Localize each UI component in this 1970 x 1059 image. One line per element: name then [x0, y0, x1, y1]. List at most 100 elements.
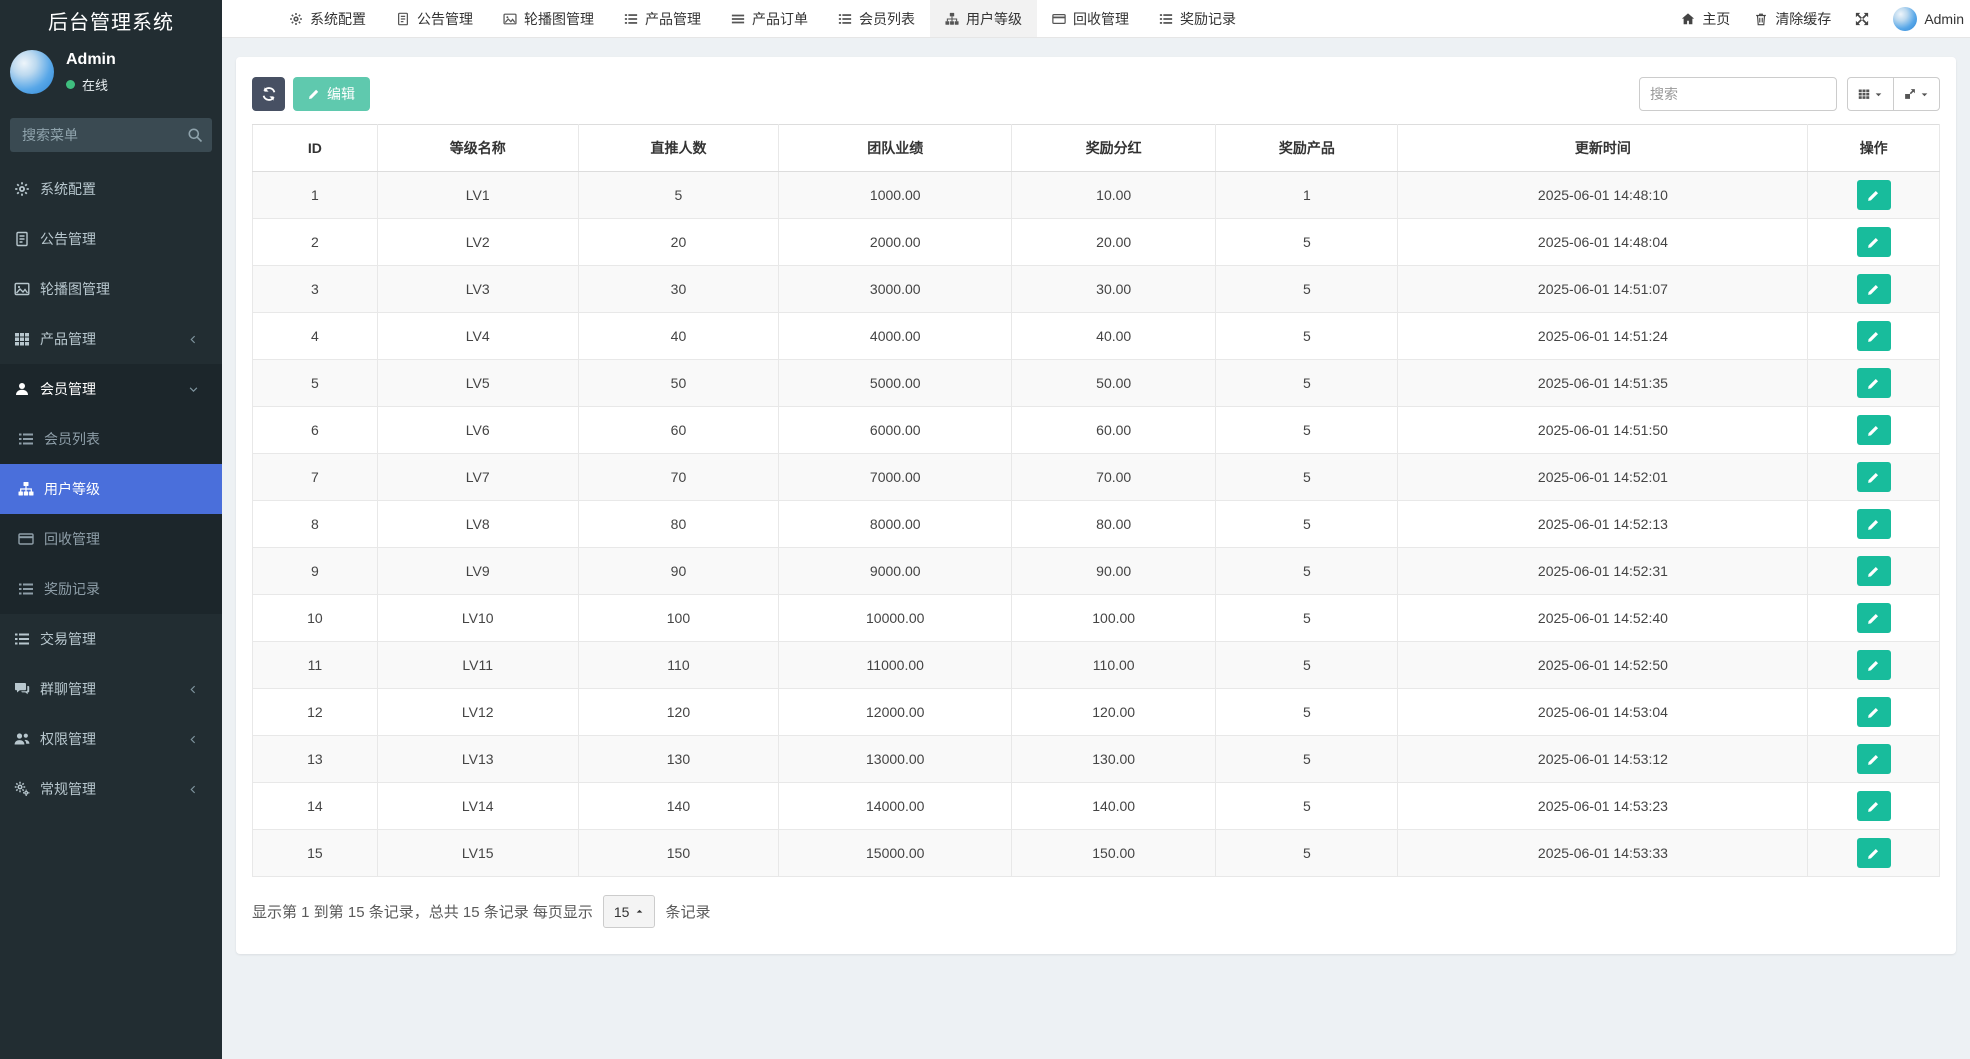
row-edit-button[interactable] [1857, 744, 1891, 774]
cell-reward-dividend: 100.00 [1012, 595, 1216, 642]
tab-announcement-label: 公告管理 [417, 9, 473, 29]
cell-update-time: 2025-06-01 14:53:04 [1398, 689, 1808, 736]
sidebar-item-user-level[interactable]: 用户等级 [0, 464, 222, 514]
home-link[interactable]: 主页 [1681, 9, 1730, 29]
user-name: Admin [66, 51, 116, 69]
cell-id: 11 [253, 642, 378, 689]
tab-carousel[interactable]: 轮播图管理 [488, 0, 609, 37]
sidebar-item-system-config[interactable]: 系统配置 [0, 164, 222, 214]
cell-team-performance: 11000.00 [779, 642, 1012, 689]
sidebar-item-member[interactable]: 会员管理 [0, 364, 222, 414]
tab-carousel-label: 轮播图管理 [524, 9, 594, 29]
chevron-left-icon [189, 735, 198, 744]
table-row: 3LV3303000.0030.0052025-06-01 14:51:07 [253, 266, 1940, 313]
online-status-icon [66, 80, 75, 89]
clear-cache-label: 清除缓存 [1775, 9, 1831, 29]
row-edit-button[interactable] [1857, 838, 1891, 868]
cell-update-time: 2025-06-01 14:51:07 [1398, 266, 1808, 313]
row-edit-button[interactable] [1857, 415, 1891, 445]
caret-down-icon [1874, 90, 1883, 99]
cell-reward-dividend: 60.00 [1012, 407, 1216, 454]
table-search-input[interactable] [1639, 77, 1837, 111]
row-edit-button[interactable] [1857, 791, 1891, 821]
cell-actions [1808, 642, 1940, 689]
sidebar-item-group-chat[interactable]: 群聊管理 [0, 664, 222, 714]
cell-direct-count: 90 [578, 548, 779, 595]
cell-team-performance: 13000.00 [779, 736, 1012, 783]
caret-up-icon [635, 907, 644, 916]
tab-product[interactable]: 产品管理 [609, 0, 716, 37]
sidebar-item-product[interactable]: 产品管理 [0, 314, 222, 364]
row-edit-button[interactable] [1857, 697, 1891, 727]
cell-reward-dividend: 40.00 [1012, 313, 1216, 360]
cell-update-time: 2025-06-01 14:52:50 [1398, 642, 1808, 689]
navbar-right: 主页 清除缓存 Admin [1681, 0, 1970, 37]
row-edit-button[interactable] [1857, 603, 1891, 633]
sidebar-item-recycle[interactable]: 回收管理 [0, 514, 222, 564]
cell-direct-count: 140 [578, 783, 779, 830]
tab-announcement[interactable]: 公告管理 [381, 0, 488, 37]
cell-update-time: 2025-06-01 14:53:33 [1398, 830, 1808, 877]
cell-id: 2 [253, 219, 378, 266]
refresh-button[interactable] [252, 77, 285, 111]
clear-cache-link[interactable]: 清除缓存 [1754, 9, 1831, 29]
sidebar-toggle-button[interactable] [222, 0, 254, 37]
column-header: 奖励分红 [1012, 125, 1216, 172]
edit-button[interactable]: 编辑 [293, 77, 370, 111]
sidebar-item-announcement[interactable]: 公告管理 [0, 214, 222, 264]
sidebar-item-carousel[interactable]: 轮播图管理 [0, 264, 222, 314]
sidebar-item-transaction[interactable]: 交易管理 [0, 614, 222, 664]
row-edit-button[interactable] [1857, 650, 1891, 680]
export-button[interactable] [1893, 77, 1940, 111]
page-size-dropdown[interactable]: 15 [603, 895, 656, 928]
pencil-icon [1867, 377, 1880, 390]
pagination-suffix: 条记录 [665, 901, 710, 922]
tab-product-orders[interactable]: 产品订单 [716, 0, 823, 37]
row-edit-button[interactable] [1857, 321, 1891, 351]
cell-reward-product: 5 [1216, 454, 1398, 501]
row-edit-button[interactable] [1857, 556, 1891, 586]
chevron-left-icon [189, 335, 198, 344]
cell-id: 5 [253, 360, 378, 407]
sidebar-item-general[interactable]: 常规管理 [0, 764, 222, 814]
sidebar-item-member-list[interactable]: 会员列表 [0, 414, 222, 464]
tab-user-level[interactable]: 用户等级 [930, 0, 1037, 37]
cell-actions [1808, 266, 1940, 313]
sidebar-item-permission-label: 权限管理 [40, 729, 96, 749]
top-navbar: 系统配置 公告管理 轮播图管理产品管理产品订单会员列表用户等级回收管理奖励记录 主页… [222, 0, 1970, 38]
sidebar-group-member: 会员管理会员列表用户等级回收管理奖励记录 [0, 364, 222, 614]
sidebar-item-permission[interactable]: 权限管理 [0, 714, 222, 764]
export-icon [1904, 88, 1916, 100]
tab-system-config[interactable]: 系统配置 [274, 0, 381, 37]
cell-level-name: LV7 [377, 454, 578, 501]
app-title: 后台管理系统 [0, 0, 222, 42]
table-row: 4LV4404000.0040.0052025-06-01 14:51:24 [253, 313, 1940, 360]
cell-direct-count: 60 [578, 407, 779, 454]
cell-update-time: 2025-06-01 14:53:12 [1398, 736, 1808, 783]
row-edit-button[interactable] [1857, 368, 1891, 398]
fullscreen-button[interactable] [1855, 12, 1869, 26]
pencil-icon [1867, 471, 1880, 484]
cell-reward-product: 5 [1216, 407, 1398, 454]
cell-team-performance: 4000.00 [779, 313, 1012, 360]
row-edit-button[interactable] [1857, 274, 1891, 304]
sidebar-item-reward-records[interactable]: 奖励记录 [0, 564, 222, 614]
navbar-user-menu[interactable]: Admin [1893, 7, 1964, 31]
table-toolbar: 编辑 [252, 77, 1940, 111]
table-row: 6LV6606000.0060.0052025-06-01 14:51:50 [253, 407, 1940, 454]
columns-toggle-button[interactable] [1847, 77, 1894, 111]
row-edit-button[interactable] [1857, 509, 1891, 539]
navbar-user-name: Admin [1924, 11, 1964, 27]
sidebar-search-input[interactable] [10, 118, 212, 152]
tab-reward-records[interactable]: 奖励记录 [1144, 0, 1251, 37]
row-edit-button[interactable] [1857, 227, 1891, 257]
tab-recycle[interactable]: 回收管理 [1037, 0, 1144, 37]
cell-level-name: LV12 [377, 689, 578, 736]
pencil-icon [1867, 283, 1880, 296]
row-edit-button[interactable] [1857, 462, 1891, 492]
tab-member-list[interactable]: 会员列表 [823, 0, 930, 37]
row-edit-button[interactable] [1857, 180, 1891, 210]
cell-reward-dividend: 120.00 [1012, 689, 1216, 736]
chat-icon [14, 681, 30, 697]
cell-reward-product: 5 [1216, 219, 1398, 266]
